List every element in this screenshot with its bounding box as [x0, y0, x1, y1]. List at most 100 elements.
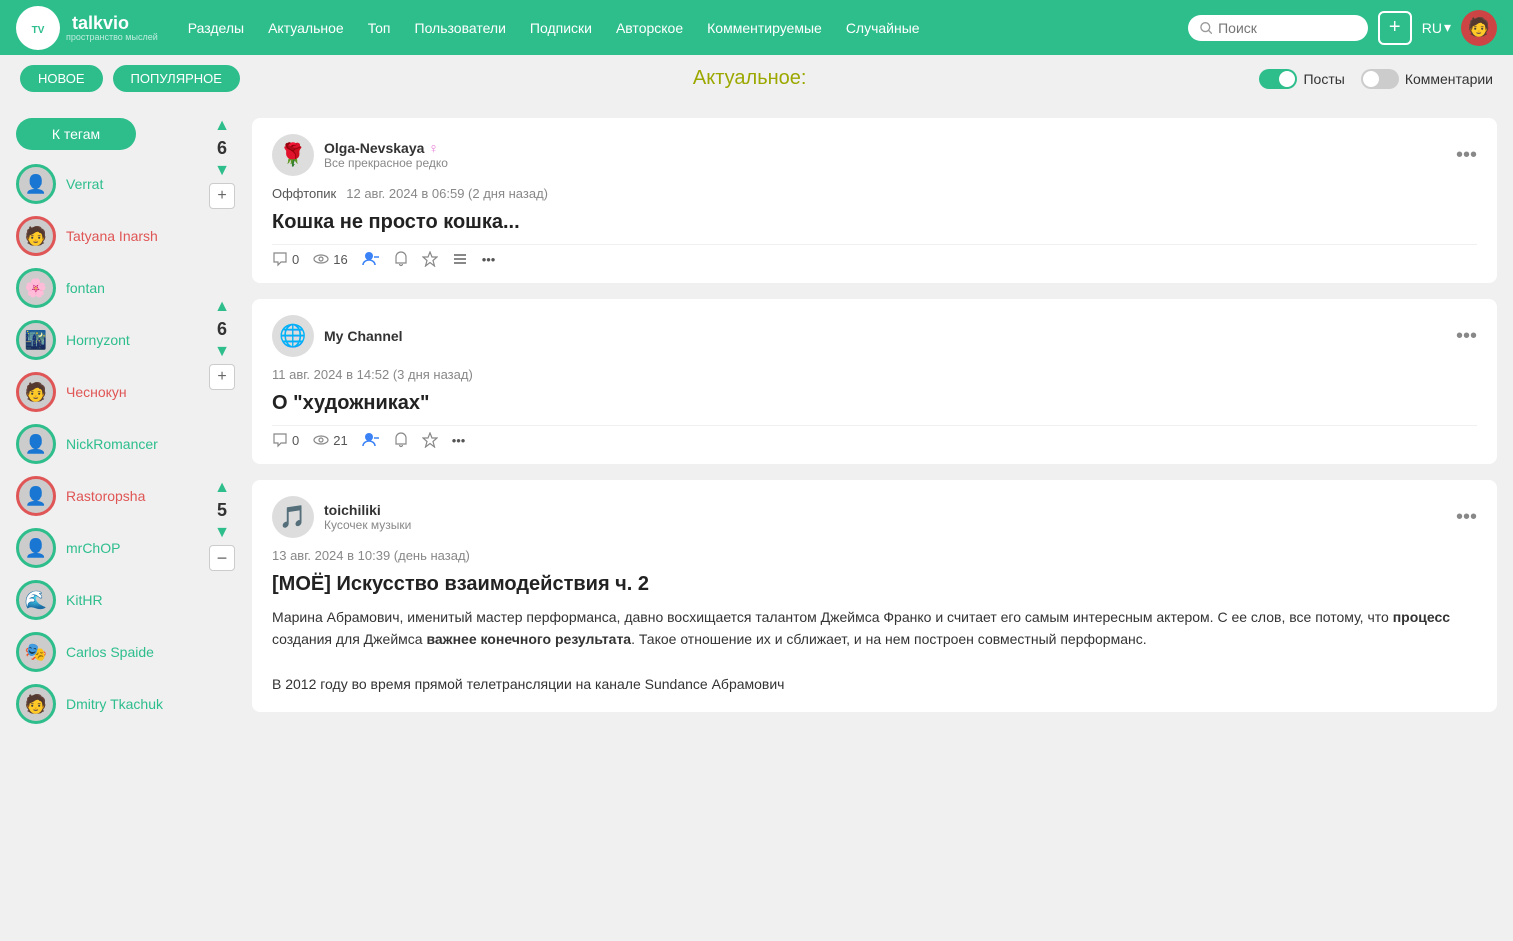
- star-btn-1[interactable]: [422, 251, 438, 267]
- vote-add-3[interactable]: −: [209, 545, 235, 571]
- sidebar-item-dmitry[interactable]: 🧑 Dmitry Tkachuk: [16, 684, 186, 724]
- nav-top[interactable]: Топ: [358, 14, 401, 42]
- btn-k-tegam[interactable]: К тегам: [16, 118, 136, 150]
- header: TV talkvio пространство мыслей Разделы А…: [0, 0, 1513, 55]
- post-author-area-1: 🌹 Olga-Nevskaya ♀ Все прекрасное редко: [272, 134, 448, 176]
- nav-kommentiruemye[interactable]: Комментируемые: [697, 14, 832, 42]
- list-btn-1[interactable]: [452, 251, 468, 267]
- sidebar-avatar-nickromancer: 👤: [16, 424, 56, 464]
- vote-col-3: ▲ 5 ▼ −: [202, 480, 242, 571]
- views-btn-1: 16: [313, 251, 347, 267]
- sidebar-avatar-fontan: 🌸: [16, 268, 56, 308]
- search-input[interactable]: [1218, 20, 1356, 36]
- post-title-1[interactable]: Кошка не просто кошка...: [272, 211, 1477, 234]
- nav-podpiski[interactable]: Подписки: [520, 14, 602, 42]
- btn-populyarnoe[interactable]: ПОПУЛЯРНОЕ: [113, 65, 240, 92]
- vote-add-2[interactable]: +: [209, 364, 235, 390]
- toggle-comments[interactable]: [1361, 69, 1399, 89]
- vote-down-2[interactable]: ▼: [214, 344, 230, 360]
- sidebar-item-mrchop[interactable]: 👤 mrChOP: [16, 528, 186, 568]
- btn-novoe[interactable]: НОВОЕ: [20, 65, 103, 92]
- vote-up-2[interactable]: ▲: [214, 299, 230, 315]
- sidebar-avatar-chesnokun: 🧑: [16, 372, 56, 412]
- post-header-3: 🎵 toichiliki Кусочек музыки •••: [272, 496, 1477, 538]
- add-button[interactable]: +: [1378, 11, 1412, 45]
- sidebar-item-fontan[interactable]: 🌸 fontan: [16, 268, 186, 308]
- sidebar-item-chesnokun[interactable]: 🧑 Чеснокун: [16, 372, 186, 412]
- post-card-2: 🌐 My Channel ••• 11 авг. 2024 в 14:52 (3…: [252, 299, 1497, 464]
- sidebar-item-nickromancer[interactable]: 👤 NickRomancer: [16, 424, 186, 464]
- sidebar-avatar-mrchop: 👤: [16, 528, 56, 568]
- vote-add-1[interactable]: +: [209, 183, 235, 209]
- post-author-area-2: 🌐 My Channel: [272, 315, 403, 357]
- bell-icon-1: [394, 251, 408, 267]
- nav-aktualnoe[interactable]: Актуальное: [258, 14, 354, 42]
- lang-button[interactable]: RU ▾: [1422, 19, 1451, 36]
- star-btn-2[interactable]: [422, 432, 438, 448]
- sidebar-item-kithr[interactable]: 🌊 KitHR: [16, 580, 186, 620]
- sidebar-item-verrat[interactable]: 👤 Verrat: [16, 164, 186, 204]
- bell-btn-1[interactable]: [394, 251, 408, 267]
- sidebar-avatar-verrat: 👤: [16, 164, 56, 204]
- post-menu-2[interactable]: •••: [1456, 325, 1477, 348]
- nav-avtorskoe[interactable]: Авторское: [606, 14, 693, 42]
- post-time-1: 12 авг. 2024 в 06:59 (2 дня назад): [346, 186, 548, 201]
- vote-down-1[interactable]: ▼: [214, 163, 230, 179]
- comment-icon-2: [272, 432, 288, 448]
- nav-razdelyy[interactable]: Разделы: [178, 14, 254, 42]
- star-icon-1: [422, 251, 438, 267]
- post-menu-1[interactable]: •••: [1456, 144, 1477, 167]
- nav-sluchajnye[interactable]: Случайные: [836, 14, 930, 42]
- post-author-info-3: toichiliki Кусочек музыки: [324, 502, 411, 532]
- logo-area[interactable]: TV talkvio пространство мыслей: [16, 6, 158, 50]
- sidebar-avatar-carlos: 🎭: [16, 632, 56, 672]
- post-author-sub-3: Кусочек музыки: [324, 518, 411, 532]
- sidebar-item-rastoropsha[interactable]: 👤 Rastoropsha: [16, 476, 186, 516]
- post-author-sub-1: Все прекрасное редко: [324, 156, 448, 170]
- toggle-posts[interactable]: [1259, 69, 1297, 89]
- post-header-1: 🌹 Olga-Nevskaya ♀ Все прекрасное редко •…: [272, 134, 1477, 176]
- post-actions-2: 0 21: [272, 425, 1477, 448]
- sidebar-avatar-tatyana: 🧑: [16, 216, 56, 256]
- bell-icon-2: [394, 432, 408, 448]
- sidebar-username-fontan: fontan: [66, 280, 105, 296]
- nav-polzovateli[interactable]: Пользователи: [405, 14, 516, 42]
- post-text-3: Марина Абрамович, именитый мастер перфор…: [272, 606, 1477, 696]
- sidebar-avatar-hornyzont: 🌃: [16, 320, 56, 360]
- post-tag-1: Оффтопик: [272, 186, 336, 201]
- toggle-posts-item: Посты: [1259, 69, 1344, 89]
- sub-header: НОВОЕ ПОПУЛЯРНОЕ Актуальное: Посты Комме…: [0, 55, 1513, 102]
- post-title-3[interactable]: [МОЁ] Искусство взаимодействия ч. 2: [272, 573, 1477, 596]
- vote-up-1[interactable]: ▲: [214, 118, 230, 134]
- comment-btn-2[interactable]: 0: [272, 432, 299, 448]
- post-menu-3[interactable]: •••: [1456, 506, 1477, 529]
- svg-text:TV: TV: [32, 25, 45, 36]
- user-minus-icon-2: [362, 432, 380, 448]
- search-box[interactable]: [1188, 15, 1368, 41]
- logo-sub: пространство мыслей: [66, 32, 158, 42]
- post-1-outer: ▲ 6 ▼ + 🌹 Olga-Nevskaya ♀ Все прекрасное: [202, 118, 1497, 283]
- bell-btn-2[interactable]: [394, 432, 408, 448]
- sidebar-username-carlos: Carlos Spaide: [66, 644, 154, 660]
- vote-count-3: 5: [217, 500, 227, 521]
- post-title-2[interactable]: О "художниках": [272, 392, 1477, 415]
- follow-btn-2[interactable]: [362, 432, 380, 448]
- sidebar-item-tatyana[interactable]: 🧑 Tatyana Inarsh: [16, 216, 186, 256]
- post-actions-1: 0 16: [272, 244, 1477, 267]
- search-icon: [1200, 21, 1212, 35]
- vote-down-3[interactable]: ▼: [214, 525, 230, 541]
- eye-icon-2: [313, 432, 329, 448]
- sidebar-username-hornyzont: Hornyzont: [66, 332, 130, 348]
- follow-btn-1[interactable]: [362, 251, 380, 267]
- eye-icon-1: [313, 251, 329, 267]
- vote-up-3[interactable]: ▲: [214, 480, 230, 496]
- sidebar-item-hornyzont[interactable]: 🌃 Hornyzont: [16, 320, 186, 360]
- more-btn-1[interactable]: •••: [482, 252, 496, 267]
- more-btn-2[interactable]: •••: [452, 433, 466, 448]
- user-avatar-header[interactable]: 🧑: [1461, 10, 1497, 46]
- sidebar-item-carlos[interactable]: 🎭 Carlos Spaide: [16, 632, 186, 672]
- vote-count-1: 6: [217, 138, 227, 159]
- comment-btn-1[interactable]: 0: [272, 251, 299, 267]
- post-avatar-1: 🌹: [272, 134, 314, 176]
- post-author-info-2: My Channel: [324, 328, 403, 344]
